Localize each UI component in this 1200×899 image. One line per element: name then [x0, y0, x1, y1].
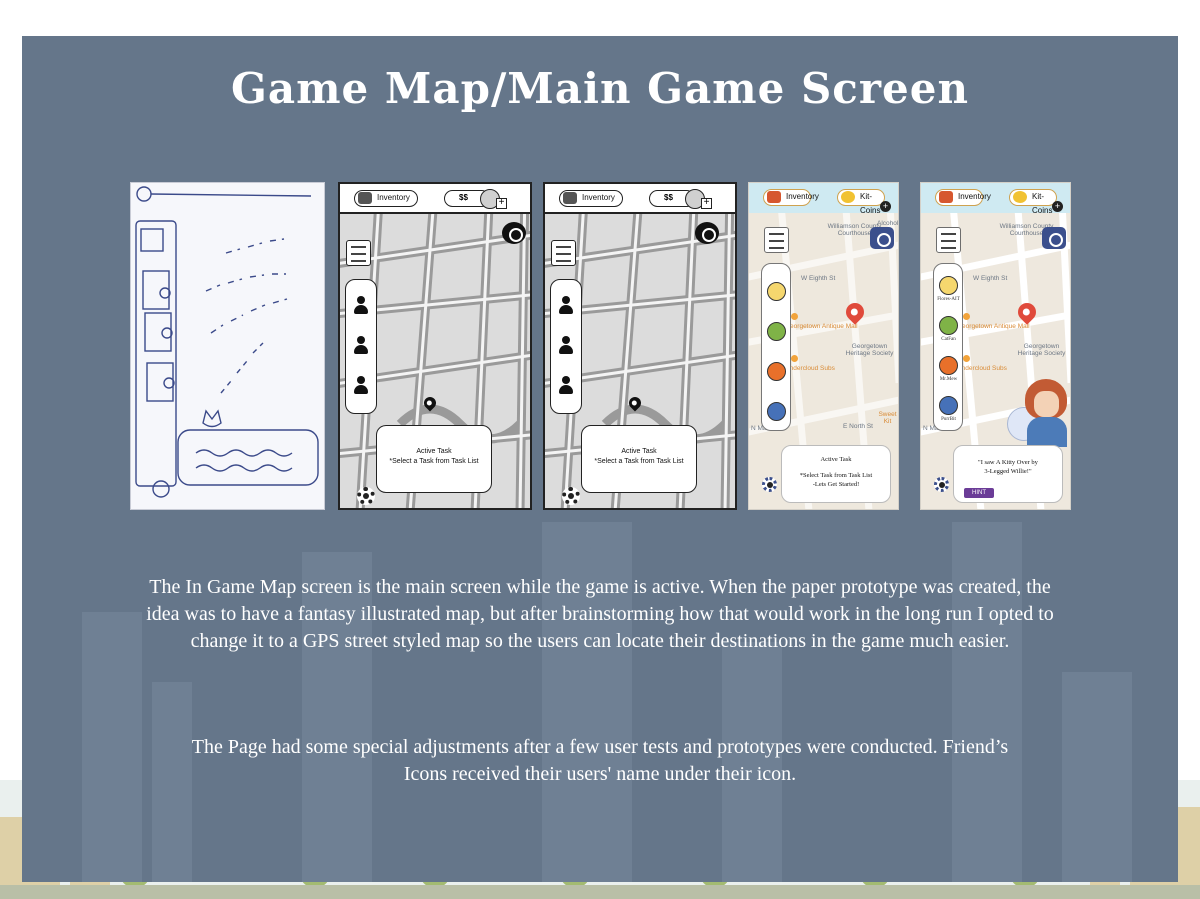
active-task-panel[interactable]: Active Task *Select a Task from Task Lis… [376, 425, 492, 493]
map-label: Georgetown Antique Mall [957, 323, 1030, 330]
description-paragraph-2: The Page had some special adjustments af… [191, 736, 1009, 785]
settings-gear-icon[interactable] [357, 487, 375, 505]
map-label: W Eighth St [973, 275, 1008, 282]
top-bar: Inventory $$ + [340, 184, 530, 214]
friend-name: Mr.Mew [939, 377, 958, 382]
cat-avatar-icon[interactable] [767, 362, 786, 381]
friends-sidebar: Flores-AIT CatFan Mr.Mew PurrBit [933, 263, 963, 431]
inventory-button[interactable]: Inventory [935, 189, 991, 206]
map-label: Georgetown Heritage Society [845, 343, 894, 357]
poi-icon [963, 313, 970, 320]
bag-icon [358, 192, 372, 204]
map-label: Sweet Kit [878, 411, 897, 425]
inventory-button[interactable]: Inventory [763, 189, 819, 206]
task-list-button[interactable] [551, 240, 576, 266]
poi-icon [963, 355, 970, 362]
bag-icon [563, 192, 577, 204]
camera-icon[interactable] [502, 222, 526, 244]
map-label: Undercloud Subs [785, 365, 835, 372]
cat-avatar-icon[interactable] [767, 282, 786, 301]
friend-icon[interactable] [559, 296, 573, 314]
inventory-button[interactable]: Inventory [559, 190, 623, 207]
coin-icon [1013, 191, 1027, 203]
kit-coins-display: Kit-Coins [837, 189, 885, 215]
backpack-icon [939, 191, 953, 203]
wireframe-map-screen: Inventory $$ + Active Task *Select a Tas… [338, 182, 532, 510]
friends-sidebar [345, 279, 377, 414]
task-list-button[interactable] [764, 227, 789, 253]
final-map-screen: Inventory Kit-Coins + Williamson County … [748, 182, 899, 510]
settings-gear-icon[interactable] [562, 487, 580, 505]
hint-button[interactable]: HINT [964, 488, 994, 498]
active-task-panel[interactable]: Active Task *Select a Task from Task Lis… [581, 425, 697, 493]
map-label: W Eighth St [801, 275, 836, 282]
map-label: Undercloud Subs [957, 365, 1007, 372]
top-bar: Inventory Kit-Coins + [749, 183, 898, 215]
paper-prototype-sketch [130, 182, 325, 510]
friend-icon[interactable] [354, 296, 368, 314]
camera-icon[interactable] [1042, 227, 1066, 249]
slide-panel: Game Map/Main Game Screen Inventory $$ +… [22, 36, 1178, 882]
task-list-button[interactable] [936, 227, 961, 253]
inventory-button[interactable]: Inventory [354, 190, 418, 207]
friend-icon[interactable] [354, 376, 368, 394]
backpack-icon [767, 191, 781, 203]
add-currency-button[interactable]: + [496, 198, 507, 209]
friend-name: Flores-AIT [937, 297, 960, 302]
active-task-panel[interactable]: "I saw A Kitty Over by 3-Legged Willie!"… [953, 445, 1063, 503]
wireframe-map-screen-alt: Inventory $$ + Active Task *Select a Tas… [543, 182, 737, 510]
top-bar: Inventory Kit-Coins + [921, 183, 1070, 215]
friend-icon[interactable] [354, 336, 368, 354]
cat-avatar-icon[interactable] [939, 276, 958, 295]
add-coins-button[interactable]: + [880, 201, 891, 212]
top-bar: Inventory $$ + [545, 184, 735, 214]
cat-avatar-icon[interactable] [939, 396, 958, 415]
cat-avatar-icon[interactable] [767, 402, 786, 421]
map-label: E North St [843, 423, 873, 430]
friends-sidebar [550, 279, 582, 414]
active-task-panel[interactable]: Active Task *Select Task from Task List … [781, 445, 891, 503]
cat-avatar-icon[interactable] [939, 316, 958, 335]
map-label: Georgetown Heritage Society [1017, 343, 1066, 357]
settings-gear-icon[interactable] [762, 477, 777, 492]
poi-icon [791, 355, 798, 362]
kit-coins-display: Kit-Coins [1009, 189, 1057, 215]
description-paragraph-1: The In Game Map screen is the main scree… [146, 576, 1054, 652]
friends-sidebar [761, 263, 791, 431]
add-currency-button[interactable]: + [701, 198, 712, 209]
task-list-button[interactable] [346, 240, 371, 266]
add-coins-button[interactable]: + [1052, 201, 1063, 212]
coin-icon [841, 191, 855, 203]
page-title: Game Map/Main Game Screen [231, 64, 969, 113]
friend-name: CatFan [941, 337, 956, 342]
cat-avatar-icon[interactable] [767, 322, 786, 341]
friend-name: PurrBit [941, 417, 956, 422]
friend-icon[interactable] [559, 336, 573, 354]
poi-icon [791, 313, 798, 320]
settings-gear-icon[interactable] [934, 477, 949, 492]
camera-icon[interactable] [695, 222, 719, 244]
map-label: Georgetown Antique Mall [785, 323, 858, 330]
final-map-screen-with-names: Inventory Kit-Coins + Williamson County … [920, 182, 1071, 510]
friend-icon[interactable] [559, 376, 573, 394]
camera-icon[interactable] [870, 227, 894, 249]
cat-avatar-icon[interactable] [939, 356, 958, 375]
